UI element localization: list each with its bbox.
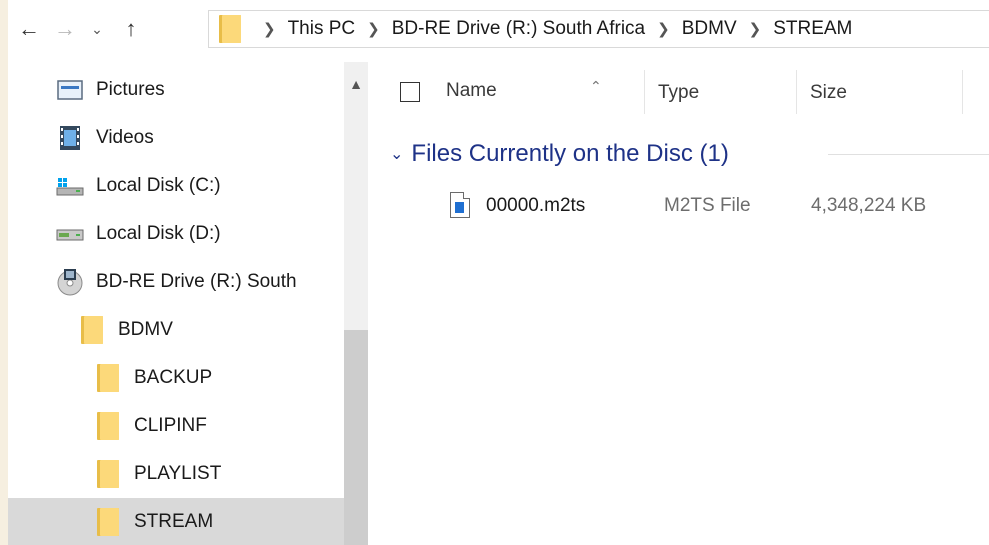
group-header[interactable]: ⌄ Files Currently on the Disc (1) [390,138,729,170]
navigation-bar: ← → ⌄ ↑ ❯ This PC ❯ BD-RE Drive (R:) Sou… [8,0,989,56]
tree-item-bdmv[interactable]: BDMV [8,306,344,354]
up-arrow-icon[interactable]: ↑ [116,14,146,44]
breadcrumb-this-pc[interactable]: This PC [288,18,356,40]
sort-ascending-icon: ⌃ [590,78,602,94]
navigation-pane: Pictures Videos Local Disk (C:) Local Di… [8,62,368,545]
tree-item-label: PLAYLIST [134,463,222,484]
file-type: M2TS File [664,195,751,216]
column-header-type[interactable]: Type [658,82,699,104]
chevron-down-icon[interactable]: ⌄ [86,14,108,44]
tree-item-pictures[interactable]: Pictures [8,66,344,114]
tree-item-label: Pictures [96,79,165,100]
folder-icon [78,316,106,344]
tree-item-label: STREAM [134,511,214,532]
tree-item-clipinf[interactable]: CLIPINF [8,402,344,450]
column-divider[interactable] [644,70,645,114]
breadcrumb-separator-icon[interactable]: ❯ [749,20,762,38]
pictures-icon [56,76,84,104]
folder-icon [94,364,122,392]
breadcrumb-separator-icon[interactable]: ❯ [657,20,670,38]
breadcrumb-bd-drive[interactable]: BD-RE Drive (R:) South Africa [392,18,645,40]
tree-item-label: BD-RE Drive (R:) South [96,271,297,292]
tree-item-label: BACKUP [134,367,213,388]
file-row[interactable]: 00000.m2ts M2TS File 4,348,224 KB [428,184,989,228]
breadcrumb-stream[interactable]: STREAM [773,18,852,40]
file-explorer-window: ← → ⌄ ↑ ❯ This PC ❯ BD-RE Drive (R:) Sou… [8,0,989,545]
navigation-pane-scrollbar[interactable]: ▲ [344,62,368,545]
drive-d-icon [56,220,84,248]
tree-item-local-disk-c[interactable]: Local Disk (C:) [8,162,344,210]
drive-c-icon [56,172,84,200]
column-divider[interactable] [796,70,797,114]
select-all-checkbox[interactable] [400,82,420,102]
column-header-name[interactable]: ⌃ Name [446,78,602,102]
tree-item-label: BDMV [118,319,173,340]
tree-item-local-disk-d[interactable]: Local Disk (D:) [8,210,344,258]
tree-item-bd-re-drive[interactable]: BD-RE Drive (R:) South [8,258,344,306]
column-header-row: ⌃ Name Type Size [368,62,989,120]
folder-icon [219,15,241,43]
chevron-down-icon[interactable]: ⌄ [390,144,403,164]
forward-arrow-icon[interactable]: → [50,14,80,44]
column-divider[interactable] [962,70,963,114]
address-bar[interactable]: ❯ This PC ❯ BD-RE Drive (R:) South Afric… [208,10,989,48]
tree-item-backup[interactable]: BACKUP [8,354,344,402]
back-arrow-icon[interactable]: ← [14,14,44,44]
folder-icon [94,460,122,488]
tree-item-videos[interactable]: Videos [8,114,344,162]
scrollbar-thumb[interactable] [344,330,368,545]
breadcrumb-separator-icon[interactable]: ❯ [367,20,380,38]
tree-item-label: Local Disk (C:) [96,175,221,196]
folder-icon [94,508,122,536]
videos-icon [56,124,84,152]
tree-item-playlist[interactable]: PLAYLIST [8,450,344,498]
group-divider [828,154,989,155]
tree-item-label: Videos [96,127,154,148]
file-list-pane: ⌃ Name Type Size ⌄ Files Currently on th… [368,62,989,545]
m2ts-file-icon [450,192,470,218]
tree-item-label: Local Disk (D:) [96,223,221,244]
group-title: Files Currently on the Disc (1) [411,140,729,167]
column-header-size[interactable]: Size [810,82,847,104]
tree-item-label: CLIPINF [134,415,207,436]
file-name: 00000.m2ts [486,195,586,216]
breadcrumb-separator-icon[interactable]: ❯ [263,20,276,38]
breadcrumb-bdmv[interactable]: BDMV [682,18,737,40]
folder-icon [94,412,122,440]
bd-drive-icon [56,268,84,296]
scroll-up-icon[interactable]: ▲ [344,72,368,96]
file-size: 4,348,224 KB [811,195,927,216]
tree-item-stream[interactable]: STREAM [8,498,344,545]
